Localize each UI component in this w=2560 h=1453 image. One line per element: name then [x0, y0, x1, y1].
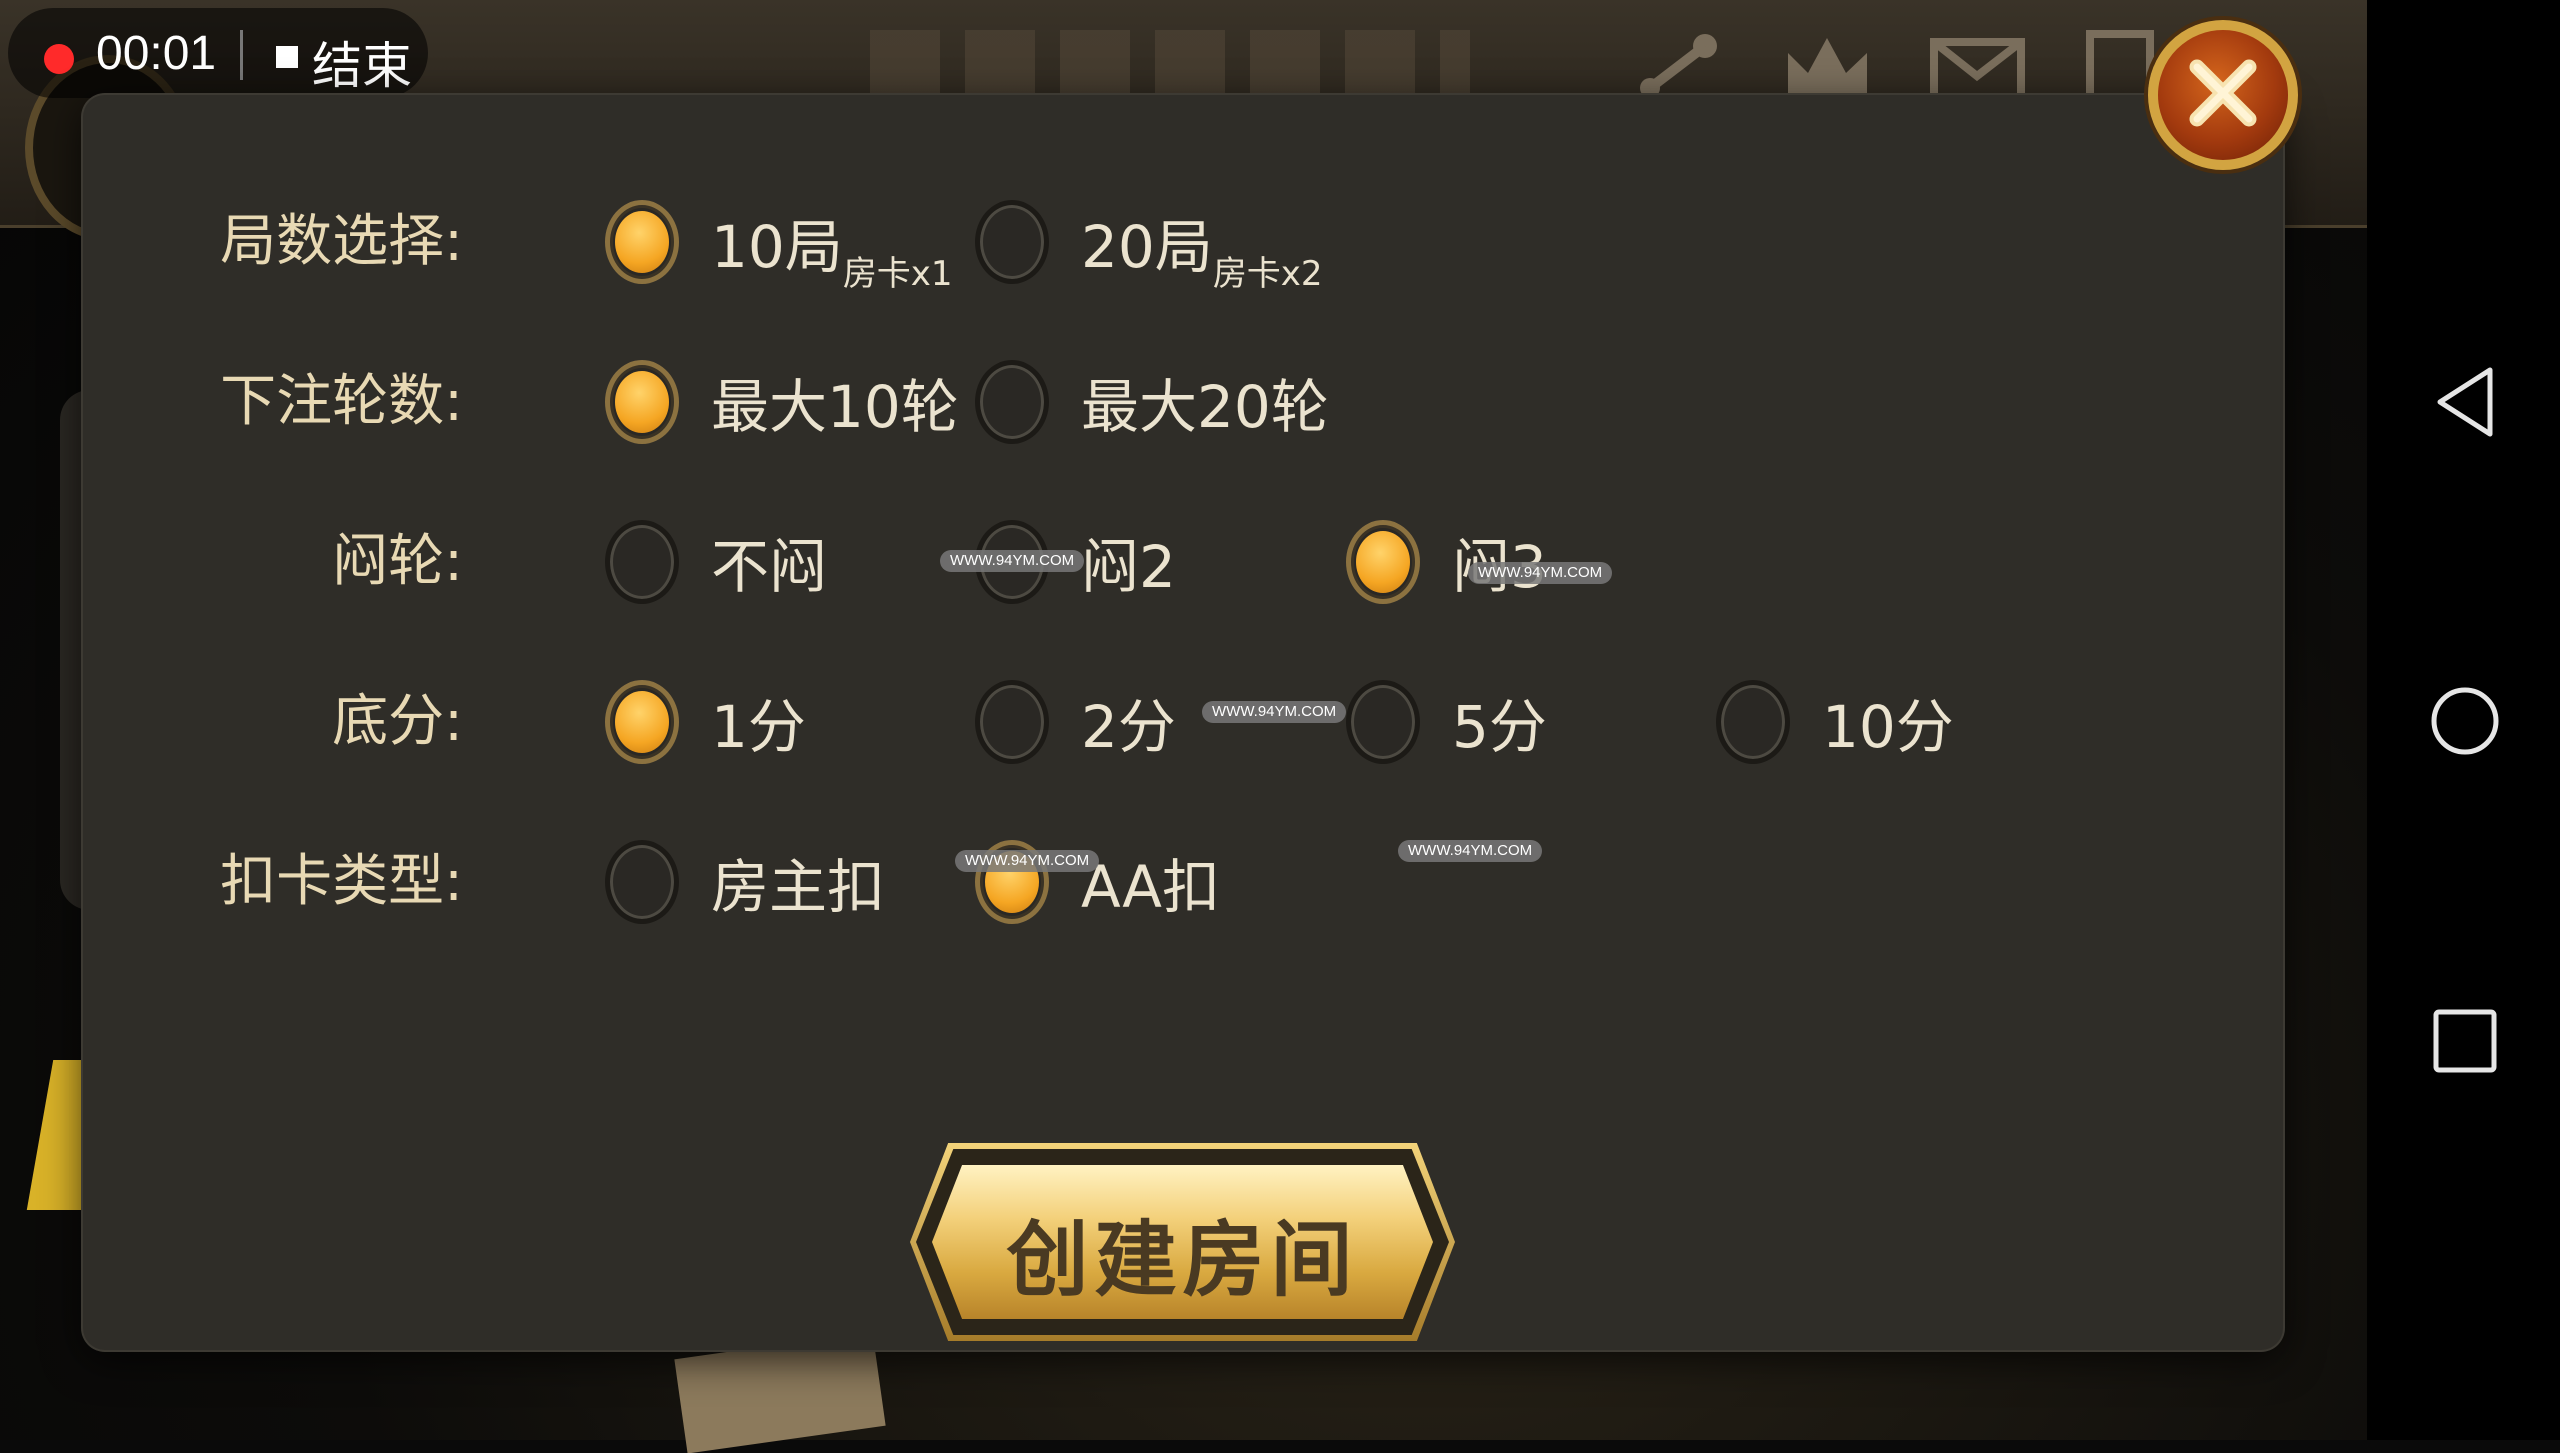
option-no-blind[interactable]: 不闷 — [605, 517, 827, 607]
recording-dot-icon — [44, 44, 74, 74]
option-20-rounds[interactable]: 20局房卡x2 — [975, 197, 1323, 294]
radio-button[interactable] — [605, 520, 679, 604]
option-label: 10局房卡x1 — [711, 213, 953, 294]
radio-selected-dot — [1356, 531, 1410, 593]
recording-time: 00:01 — [96, 27, 217, 80]
option-base-1[interactable]: 1分 — [605, 677, 806, 767]
blind-rounds-label: 闷轮: — [332, 529, 463, 594]
rounds-label: 局数选择: — [220, 209, 463, 274]
radio-button[interactable] — [975, 200, 1049, 284]
radio-button[interactable] — [1716, 680, 1790, 764]
radio-button[interactable] — [605, 360, 679, 444]
option-host-pays[interactable]: 房主扣 — [605, 837, 885, 927]
close-button[interactable] — [2148, 20, 2298, 170]
radio-button[interactable] — [1346, 520, 1420, 604]
radio-button[interactable] — [975, 680, 1049, 764]
option-label: 房主扣 — [711, 853, 886, 921]
option-label: 20局房卡x2 — [1081, 213, 1323, 294]
home-icon[interactable] — [2405, 661, 2525, 781]
create-room-button[interactable]: 创建房间 — [910, 1143, 1455, 1341]
watermark: WWW.94YM.COM — [940, 550, 1085, 572]
watermark: WWW.94YM.COM — [1202, 701, 1347, 723]
radio-selected-dot — [615, 211, 669, 273]
option-label: 最大20轮 — [1081, 373, 1329, 441]
option-base-2[interactable]: 2分 — [975, 677, 1176, 767]
back-icon[interactable] — [2405, 342, 2525, 462]
option-base-10[interactable]: 10分 — [1716, 677, 1954, 767]
divider — [240, 30, 243, 80]
option-label: 2分 — [1081, 693, 1176, 761]
option-label: 5分 — [1452, 693, 1547, 761]
radio-selected-dot — [615, 371, 669, 433]
watermark: WWW.94YM.COM — [1398, 840, 1543, 862]
option-label: 闷2 — [1081, 533, 1176, 601]
create-room-label: 创建房间 — [1006, 1213, 1359, 1308]
card-deduction-label: 扣卡类型: — [220, 849, 463, 914]
stop-recording-button[interactable]: 结束 — [312, 26, 412, 98]
radio-selected-dot — [615, 691, 669, 753]
recent-apps-icon[interactable] — [2405, 981, 2525, 1101]
stop-icon[interactable] — [276, 46, 298, 68]
watermark: WWW.94YM.COM — [955, 850, 1100, 872]
radio-button[interactable] — [605, 680, 679, 764]
bet-rounds-label: 下注轮数: — [220, 369, 463, 434]
option-10-rounds[interactable]: 10局房卡x1 — [605, 197, 953, 294]
close-icon — [2183, 53, 2263, 137]
option-label: 10分 — [1822, 693, 1954, 761]
screen-recording-bar: 00:01 结束 — [8, 8, 428, 98]
option-base-5[interactable]: 5分 — [1346, 677, 1547, 767]
radio-button[interactable] — [975, 360, 1049, 444]
option-max-20-bet-rounds[interactable]: 最大20轮 — [975, 357, 1329, 447]
option-label: 1分 — [711, 693, 806, 761]
radio-button[interactable] — [605, 840, 679, 924]
option-label: 不闷 — [711, 533, 828, 601]
base-score-label: 底分: — [332, 689, 463, 754]
option-max-10-bet-rounds[interactable]: 最大10轮 — [605, 357, 959, 447]
radio-button[interactable] — [605, 200, 679, 284]
watermark: WWW.94YM.COM — [1468, 562, 1613, 584]
option-label: AA扣 — [1081, 853, 1220, 921]
option-label: 最大10轮 — [711, 373, 959, 441]
radio-button[interactable] — [1346, 680, 1420, 764]
